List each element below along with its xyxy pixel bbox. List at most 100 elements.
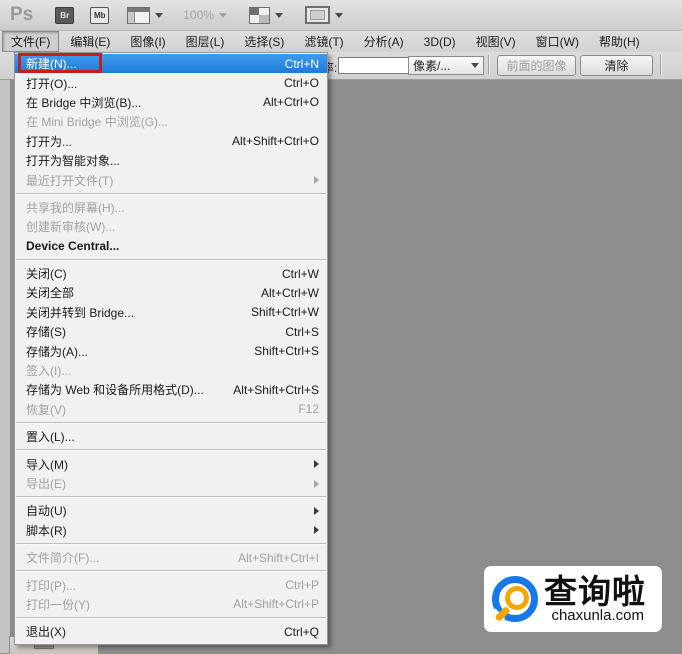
file-menu-item[interactable]: 新建(N)... Ctrl+N <box>15 53 327 74</box>
screen-mode-dropdown-icon[interactable] <box>334 12 343 18</box>
zoom-dropdown-icon[interactable] <box>218 12 227 18</box>
menu-item-shortcut: Ctrl+P <box>285 578 319 593</box>
mini-bridge-icon[interactable]: Mb <box>90 6 110 24</box>
options-separator <box>488 55 490 75</box>
file-menu-item[interactable]: Device Central... <box>15 237 327 256</box>
file-menu-item[interactable]: 在 Mini Bridge 中浏览(G)... <box>15 112 327 131</box>
menu-bar-item[interactable]: 文件(F) <box>2 31 60 52</box>
menu-item-label: 存储(S) <box>26 325 66 340</box>
file-menu-item[interactable]: 关闭(C) Ctrl+W <box>15 264 327 283</box>
options-separator <box>660 55 662 75</box>
file-menu-item[interactable]: 恢复(V) F12 <box>15 400 327 419</box>
menu-item-shortcut: Shift+Ctrl+W <box>250 305 319 320</box>
file-menu-item[interactable]: 置入(L)... <box>15 427 327 446</box>
front-image-button[interactable]: 前面的图像 <box>497 55 576 76</box>
file-menu-item[interactable]: 文件简介(F)... Alt+Shift+Ctrl+I <box>15 548 327 567</box>
app-bar: Ps Br Mb 100% <box>0 0 682 31</box>
file-menu-item[interactable]: 打开(O)... Ctrl+O <box>15 73 327 92</box>
view-extras-dropdown-icon[interactable] <box>155 12 164 18</box>
file-menu-item[interactable]: 存储为(A)... Shift+Ctrl+S <box>15 341 327 360</box>
menu-item-label: 共享我的屏幕(H)... <box>26 200 125 215</box>
menu-item-label: 在 Mini Bridge 中浏览(G)... <box>26 115 169 130</box>
submenu-arrow-icon <box>314 176 319 185</box>
menu-bar: 文件(F) 编辑(E) 图像(I) 图层(L) 选择(S) 滤镜(T) 分析(A) 3D(D)… <box>0 31 682 52</box>
menu-item-shortcut: Ctrl+O <box>283 76 319 91</box>
menu-bar-item[interactable]: 分析(A) <box>355 31 413 52</box>
watermark-domain: chaxunla.com <box>551 606 644 624</box>
menu-item-label: 文件简介(F)... <box>26 551 100 566</box>
resolution-input[interactable] <box>338 57 418 74</box>
menu-bar-item[interactable]: 图像(I) <box>121 31 174 52</box>
file-menu-item[interactable]: 签入(I)... <box>15 361 327 380</box>
menu-item-label: 打开为智能对象... <box>26 154 121 169</box>
annotation-red-box <box>18 53 102 73</box>
menu-bar-item[interactable]: 图层(L) <box>177 31 234 52</box>
view-extras-icon[interactable] <box>127 6 151 24</box>
menu-bar-item[interactable]: 3D(D) <box>415 33 465 51</box>
menu-item-label: 打开(O)... <box>26 76 78 91</box>
menu-bar-item[interactable]: 选择(S) <box>235 31 293 52</box>
menu-item-shortcut: Ctrl+Q <box>283 624 319 639</box>
menu-bar-item[interactable]: 帮助(H) <box>590 31 649 52</box>
arrange-documents-icon[interactable] <box>248 6 270 24</box>
file-menu-item[interactable]: 导出(E) <box>15 474 327 493</box>
menu-separator <box>16 542 326 545</box>
file-menu-item[interactable]: 最近打开文件(T) <box>15 170 327 189</box>
menu-item-shortcut: F12 <box>298 402 319 417</box>
menu-separator <box>16 192 326 195</box>
bridge-launch-icon[interactable]: Br <box>55 6 75 24</box>
file-menu-item[interactable]: 打开为智能对象... <box>15 151 327 170</box>
chaxunla-logo-icon <box>488 576 538 625</box>
menu-bar-item[interactable]: 窗口(W) <box>527 31 588 52</box>
file-menu-item[interactable]: 脚本(R) <box>15 521 327 540</box>
menu-item-label: 关闭全部 <box>26 286 75 301</box>
menu-separator <box>16 496 326 499</box>
file-menu-list: 新建(N)... Ctrl+N 打开(O)... Ctrl+O 在 Bridge 中浏览… <box>15 53 327 642</box>
submenu-arrow-icon <box>314 526 319 535</box>
file-menu-item[interactable]: 在 Bridge 中浏览(B)... Alt+Ctrl+O <box>15 93 327 112</box>
file-menu-item[interactable]: 打开为... Alt+Shift+Ctrl+O <box>15 132 327 151</box>
menu-bar-item[interactable]: 编辑(E) <box>61 31 119 52</box>
menu-item-label: 退出(X) <box>26 625 66 640</box>
file-menu-item[interactable]: 退出(X) Ctrl+Q <box>15 622 327 641</box>
screen-mode-icon[interactable] <box>304 6 330 24</box>
menu-bar-item[interactable]: 视图(V) <box>467 31 525 52</box>
menu-item-label: 关闭并转到 Bridge... <box>26 305 135 320</box>
menu-bar-item[interactable]: 滤镜(T) <box>295 31 352 52</box>
file-menu-item[interactable]: 共享我的屏幕(H)... <box>15 198 327 217</box>
file-menu-item[interactable]: 存储(S) Ctrl+S <box>15 322 327 341</box>
submenu-arrow-icon <box>314 506 319 515</box>
menu-item-label: 打印一份(Y) <box>26 597 90 612</box>
file-menu: 新建(N)... Ctrl+N 打开(O)... Ctrl+O 在 Bridge 中浏览… <box>14 52 328 645</box>
menu-item-label: Device Central... <box>26 239 120 254</box>
file-menu-item[interactable]: 打印(P)... Ctrl+P <box>15 575 327 594</box>
watermark: 查询啦 chaxunla.com <box>484 566 662 632</box>
menu-item-shortcut: Ctrl+W <box>282 266 319 281</box>
menu-separator <box>16 258 326 261</box>
resolution-unit-select[interactable]: 像素/... <box>408 56 484 75</box>
arrange-documents-dropdown-icon[interactable] <box>274 12 283 18</box>
menu-item-label: 置入(L)... <box>26 430 75 445</box>
menu-item-label: 打印(P)... <box>26 578 76 593</box>
file-menu-item[interactable]: 存储为 Web 和设备所用格式(D)... Alt+Shift+Ctrl+S <box>15 380 327 399</box>
menu-separator <box>16 422 326 425</box>
submenu-arrow-icon <box>314 479 319 488</box>
menu-item-shortcut: Alt+Ctrl+O <box>262 95 319 110</box>
submenu-arrow-icon <box>314 460 319 469</box>
menu-item-label: 关闭(C) <box>26 267 67 282</box>
file-menu-item[interactable]: 关闭并转到 Bridge... Shift+Ctrl+W <box>15 303 327 322</box>
menu-item-label: 存储为 Web 和设备所用格式(D)... <box>26 383 204 398</box>
menu-item-shortcut: Alt+Shift+Ctrl+S <box>233 382 319 397</box>
menu-item-label: 最近打开文件(T) <box>26 173 114 188</box>
menu-item-label: 导入(M) <box>26 457 68 472</box>
file-menu-item[interactable]: 自动(U) <box>15 501 327 520</box>
watermark-title: 查询啦 <box>544 572 646 610</box>
clear-button[interactable]: 清除 <box>580 55 653 76</box>
menu-item-shortcut: Ctrl+N <box>284 56 319 71</box>
menu-item-label: 签入(I)... <box>26 364 72 379</box>
zoom-level[interactable]: 100% <box>183 8 214 22</box>
file-menu-item[interactable]: 导入(M) <box>15 454 327 473</box>
file-menu-item[interactable]: 创建新审核(W)... <box>15 217 327 236</box>
file-menu-item[interactable]: 关闭全部 Alt+Ctrl+W <box>15 283 327 302</box>
file-menu-item[interactable]: 打印一份(Y) Alt+Shift+Ctrl+P <box>15 595 327 614</box>
